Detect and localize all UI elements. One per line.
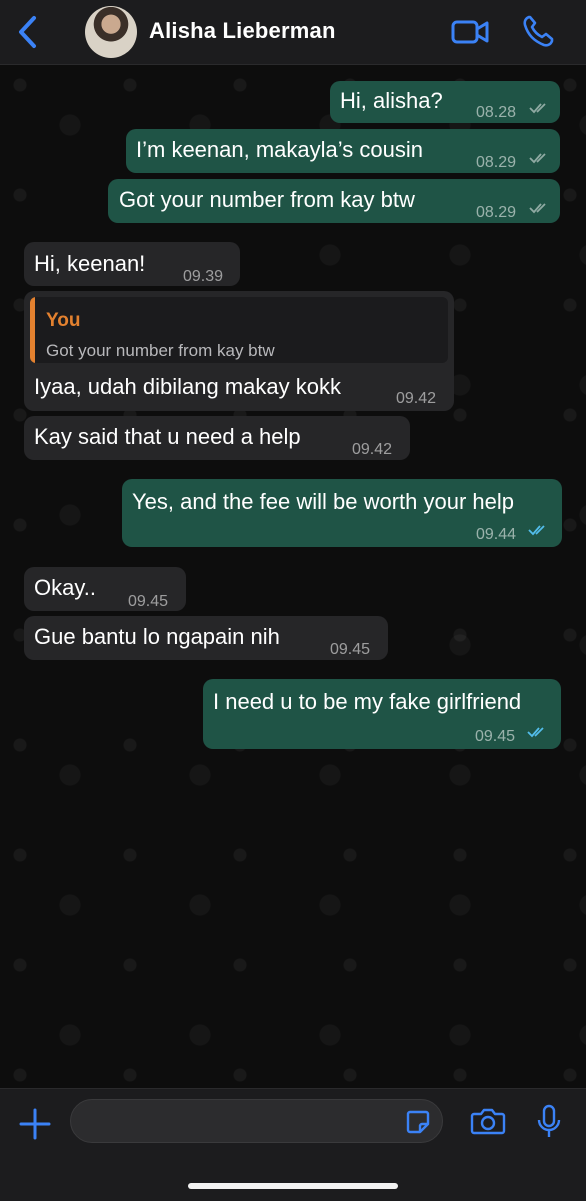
message-incoming-reply[interactable]: You Got your number from kay btw Iyaa, u… xyxy=(24,291,454,411)
message-text: Hi, alisha? xyxy=(340,88,443,113)
read-ticks-icon xyxy=(527,727,544,738)
message-time: 09.45 xyxy=(330,641,371,658)
quote-accent-bar xyxy=(30,297,35,363)
read-ticks-icon xyxy=(528,525,545,536)
quoted-text: Got your number from kay btw xyxy=(46,341,275,360)
message-incoming[interactable]: Hi, keenan! 09.39 xyxy=(24,242,240,286)
phone-icon[interactable] xyxy=(522,14,554,48)
delivered-ticks-icon xyxy=(529,103,546,114)
chat-header: Alisha Lieberman xyxy=(0,0,586,65)
chevron-left-icon[interactable] xyxy=(14,14,44,50)
message-incoming[interactable]: Okay.. 09.45 xyxy=(24,567,186,611)
message-time: 09.44 xyxy=(476,526,517,543)
message-time: 08.29 xyxy=(476,154,517,171)
quoted-message[interactable]: You Got your number from kay btw xyxy=(30,297,448,363)
camera-icon[interactable] xyxy=(470,1106,506,1136)
message-time: 08.28 xyxy=(476,104,517,121)
message-outgoing[interactable]: I need u to be my fake girlfriend 09.45 xyxy=(203,679,561,749)
message-text: Hi, keenan! xyxy=(34,251,146,276)
message-text: I’m keenan, makayla’s cousin xyxy=(136,137,423,162)
message-input[interactable] xyxy=(70,1099,443,1143)
contact-name[interactable]: Alisha Lieberman xyxy=(149,18,336,44)
quoted-sender: You xyxy=(46,310,81,331)
message-outgoing[interactable]: Yes, and the fee will be worth your help… xyxy=(122,479,562,547)
message-outgoing[interactable]: Hi, alisha? 08.28 xyxy=(330,81,560,123)
video-camera-icon[interactable] xyxy=(450,16,490,48)
message-text: Okay.. xyxy=(34,575,96,600)
message-text: Got your number from kay btw xyxy=(119,187,415,212)
message-text: Kay said that u need a help xyxy=(34,424,301,449)
avatar[interactable] xyxy=(85,6,137,58)
message-incoming[interactable]: Kay said that u need a help 09.42 xyxy=(24,416,410,460)
plus-icon[interactable] xyxy=(18,1107,52,1141)
message-text: Yes, and the fee will be worth your help xyxy=(132,489,514,514)
message-list[interactable]: Hi, alisha? 08.28 I’m keenan, makayla’s … xyxy=(0,65,586,1088)
message-time: 09.42 xyxy=(396,390,437,407)
sticker-icon[interactable] xyxy=(405,1109,431,1135)
home-indicator[interactable] xyxy=(188,1183,398,1189)
message-time: 09.42 xyxy=(352,441,393,458)
message-time: 09.45 xyxy=(475,728,516,745)
delivered-ticks-icon xyxy=(529,153,546,164)
message-outgoing[interactable]: I’m keenan, makayla’s cousin 08.29 xyxy=(126,129,560,173)
delivered-ticks-icon xyxy=(529,203,546,214)
message-incoming[interactable]: Gue bantu lo ngapain nih 09.45 xyxy=(24,616,388,660)
message-text: Iyaa, udah dibilang makay kokk xyxy=(34,374,341,399)
composer-bar xyxy=(0,1088,586,1201)
microphone-icon[interactable] xyxy=(536,1104,562,1140)
message-outgoing[interactable]: Got your number from kay btw 08.29 xyxy=(108,179,560,223)
message-time: 08.29 xyxy=(476,204,517,221)
message-text: Gue bantu lo ngapain nih xyxy=(34,624,280,649)
message-time: 09.45 xyxy=(128,593,169,610)
message-time: 09.39 xyxy=(183,268,224,285)
message-text: I need u to be my fake girlfriend xyxy=(213,689,522,714)
